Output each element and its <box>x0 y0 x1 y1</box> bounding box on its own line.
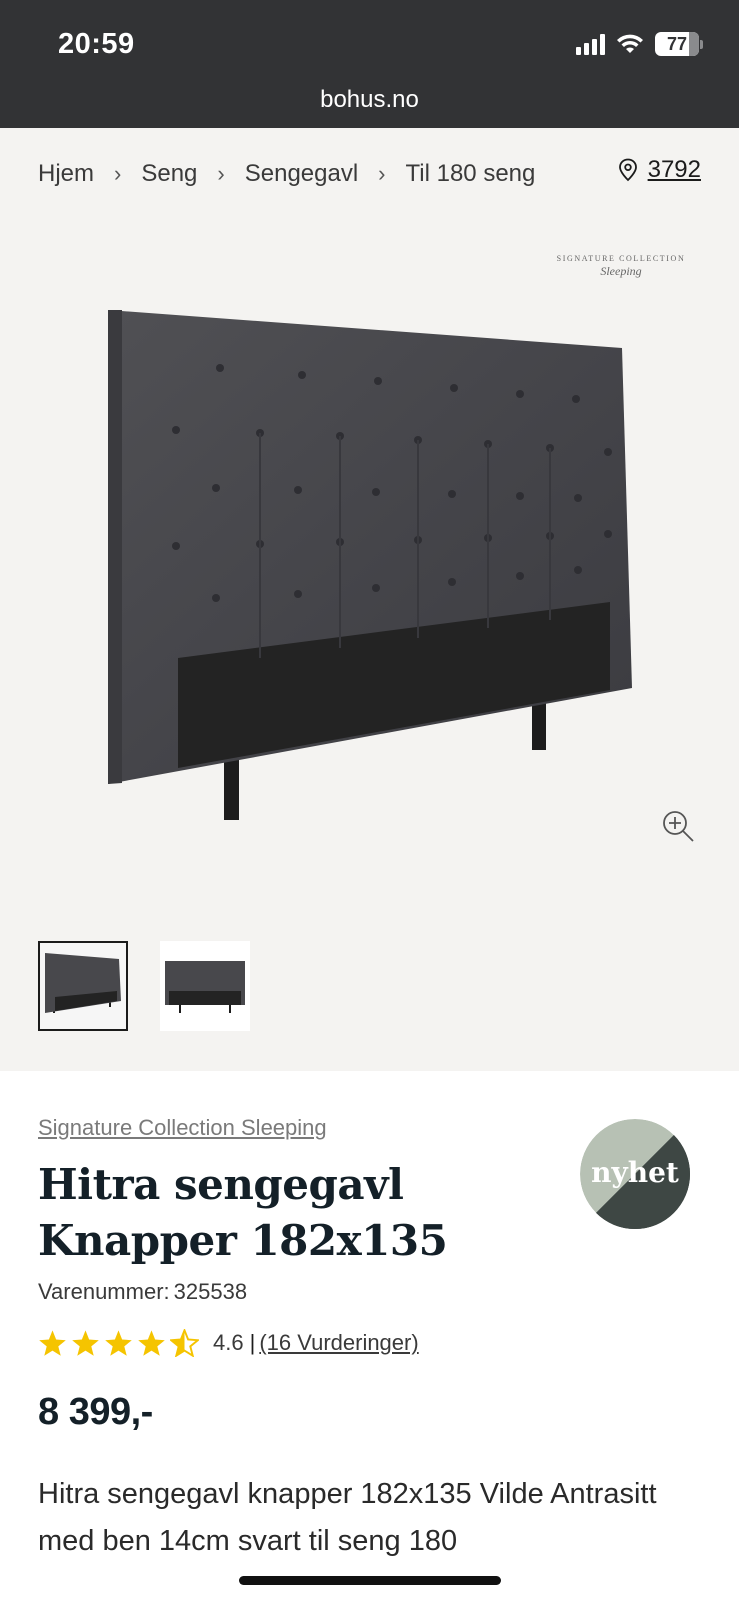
location-pin-icon <box>618 158 637 182</box>
star-icon <box>138 1330 165 1356</box>
rating-value: 4.6 <box>213 1330 244 1355</box>
status-icons: 77 <box>576 32 703 56</box>
star-icon <box>105 1330 132 1356</box>
thumbnail-2[interactable] <box>160 941 250 1031</box>
star-icon <box>39 1330 66 1356</box>
thumbnail-strip <box>38 941 250 1031</box>
breadcrumb: Hjem › Seng › Sengegavl › Til 180 seng <box>38 160 535 188</box>
store-selector[interactable]: 3792 <box>618 156 701 184</box>
battery-level: 77 <box>666 33 688 54</box>
brand-link[interactable]: Signature Collection Sleeping <box>38 1115 327 1141</box>
half-star-icon <box>170 1329 199 1357</box>
price: 8 399,- <box>38 1391 153 1433</box>
chevron-right-icon: › <box>217 161 225 186</box>
signal-icon <box>576 33 605 55</box>
status-time: 20:59 <box>58 28 135 60</box>
new-badge-label: nyhet <box>591 1156 679 1189</box>
product-description: Hitra sengegavl knapper 182x135 Vilde An… <box>38 1478 657 1557</box>
rating: 4.6 | (16 Vurderinger) <box>38 1329 419 1357</box>
url-bar[interactable]: bohus.no <box>0 86 739 114</box>
sku: Varenummer: 325538 <box>38 1279 247 1305</box>
browser-top-bar: 20:59 77 bohus.no <box>0 0 739 128</box>
product-image[interactable] <box>100 298 640 958</box>
chevron-right-icon: › <box>378 161 386 186</box>
wifi-icon <box>617 34 643 53</box>
store-number[interactable]: 3792 <box>648 156 701 184</box>
chevron-right-icon: › <box>114 161 122 186</box>
sku-label: Varenummer: <box>38 1279 170 1304</box>
product-info: Signature Collection Sleeping Hitra seng… <box>0 1071 739 1600</box>
breadcrumb-home[interactable]: Hjem <box>38 160 94 188</box>
rating-separator: | <box>249 1330 256 1355</box>
product-title: Hitra sengegavl Knapper 182x135 <box>38 1160 448 1265</box>
zoom-in-icon[interactable] <box>660 808 696 844</box>
brand-logo-line1: SIGNATURE COLLECTION <box>556 254 686 263</box>
new-badge: nyhet <box>580 1119 690 1229</box>
sku-value: 325538 <box>173 1279 248 1304</box>
star-icon <box>72 1330 99 1356</box>
product-gallery: Hjem › Seng › Sengegavl › Til 180 seng 3… <box>0 128 739 1071</box>
star-rating <box>38 1329 199 1357</box>
breadcrumb-seng[interactable]: Seng <box>141 160 197 188</box>
brand-logo-line2: Sleeping <box>600 264 642 278</box>
thumbnail-1[interactable] <box>38 941 128 1031</box>
brand-logo: SIGNATURE COLLECTION Sleeping <box>556 254 686 286</box>
breadcrumb-til-180-seng[interactable]: Til 180 seng <box>406 160 536 188</box>
reviews-link[interactable]: (16 Vurderinger) <box>259 1330 418 1356</box>
home-indicator <box>239 1576 501 1585</box>
battery-icon: 77 <box>655 32 703 56</box>
breadcrumb-sengegavl[interactable]: Sengegavl <box>245 160 358 188</box>
